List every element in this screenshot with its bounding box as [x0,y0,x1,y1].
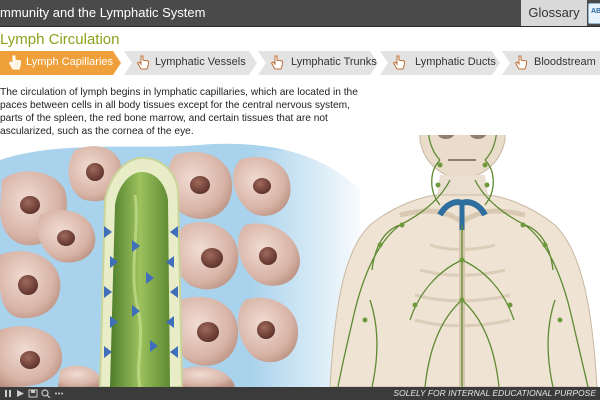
hand-pointer-icon [514,55,527,70]
tab-lymphatic-vessels[interactable]: Lymphatic Vessels [124,51,257,75]
human-lymphatic-figure [329,135,598,387]
tab-label: Lymph Capillaries [26,56,114,68]
tab-label: Bloodstream [534,56,596,68]
paragraph-line: The circulation of lymph begins in lymph… [0,87,358,98]
section-title: Lymph Circulation [0,31,120,48]
top-bar: mmunity and the Lymphatic System Glossar… [0,0,600,27]
hand-pointer-icon [136,55,149,70]
section-nav: Lymph Capillaries Lymphatic Vessels Lymp… [0,51,600,75]
lymphatic-capillary [98,156,184,387]
hand-pointer-icon [8,55,21,70]
footer-bar: SOLELY FOR INTERNAL EDUCATIONAL PURPOSE [0,387,600,400]
glossary-book-icon[interactable]: AB [588,3,600,24]
tab-lymph-capillaries[interactable]: Lymph Capillaries [0,51,121,75]
tab-label: Lymphatic Trunks [291,56,377,68]
hand-pointer-icon [270,55,283,70]
paragraph-line: paces between cells in all body tissues … [0,100,350,111]
glossary-button[interactable]: Glossary [521,0,587,26]
zoom-icon[interactable] [41,389,51,398]
more-icon[interactable] [54,389,64,398]
glossary-icon-text: AB [591,8,600,15]
play-icon[interactable] [15,389,25,398]
tab-label: Lymphatic Ducts [415,56,496,68]
tab-lymphatic-ducts[interactable]: Lymphatic Ducts [380,51,500,75]
save-icon[interactable] [28,389,38,398]
tab-label: Lymphatic Vessels [155,56,246,68]
pause-icon[interactable] [3,389,13,398]
tab-bloodstream[interactable]: Bloodstream [502,51,600,75]
app-title: mmunity and the Lymphatic System [0,5,206,20]
description-paragraph: The circulation of lymph begins in lymph… [0,86,378,138]
paragraph-line: ascularized, such as the cornea of the e… [0,126,194,137]
lymph-illustration [0,135,598,387]
paragraph-line: parts of the spleen, the red bone marrow… [0,113,328,124]
footer-note: SOLELY FOR INTERNAL EDUCATIONAL PURPOSE [393,388,596,398]
tab-lymphatic-trunks[interactable]: Lymphatic Trunks [258,51,378,75]
hand-pointer-icon [392,55,405,70]
